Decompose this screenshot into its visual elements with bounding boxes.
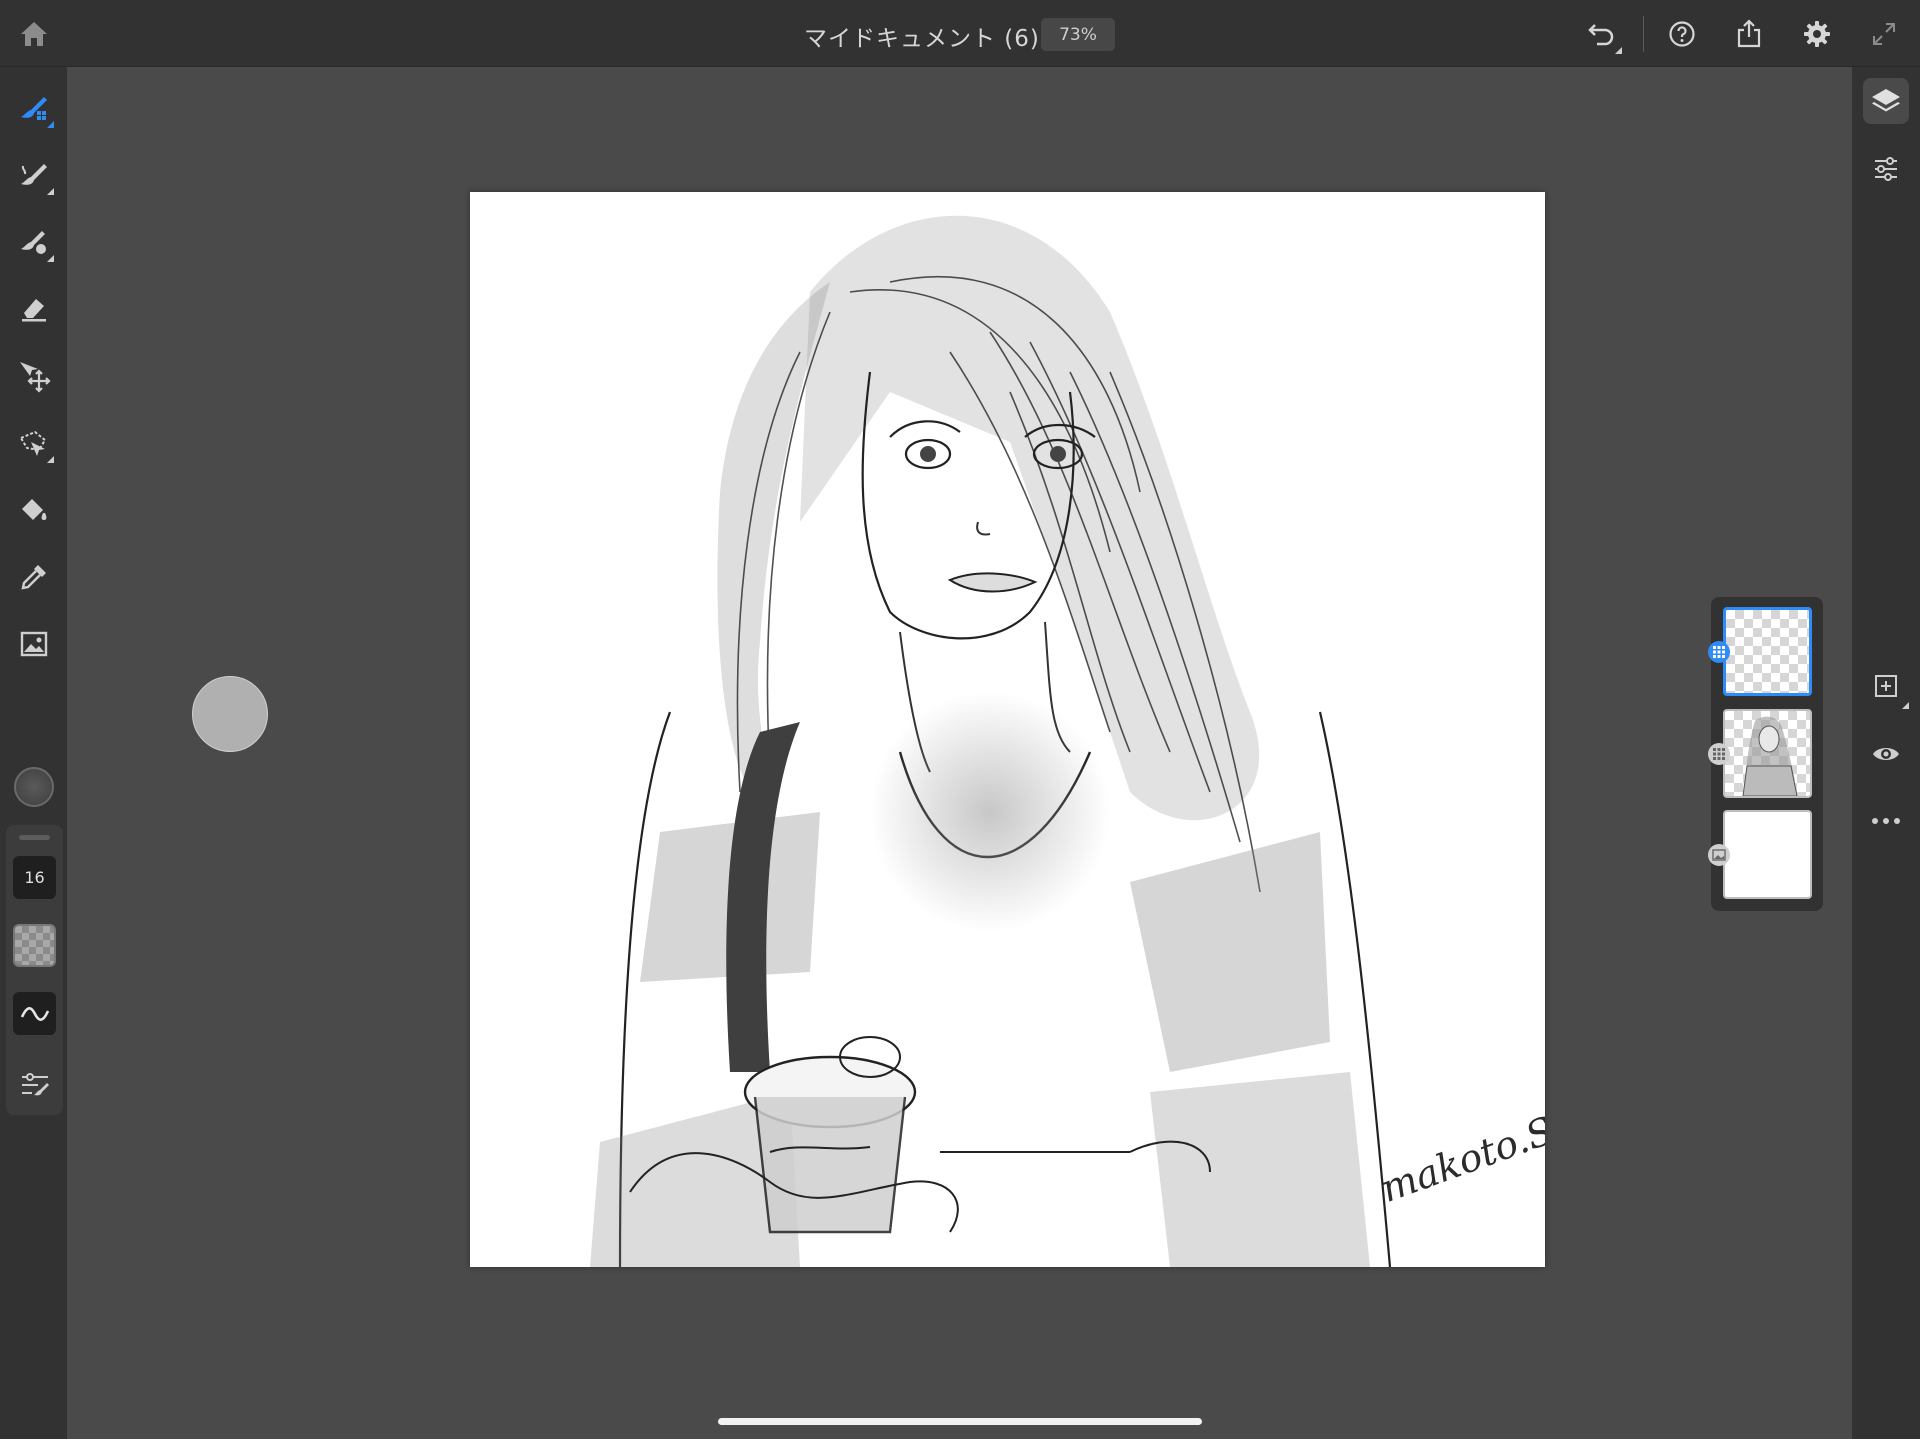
tool-options-indicator — [47, 456, 54, 463]
home-indicator-bar[interactable] — [718, 1418, 1202, 1425]
eyedropper-icon — [21, 565, 46, 590]
gear-icon — [1804, 21, 1830, 47]
eraser-icon — [22, 299, 46, 322]
brush-settings-button[interactable] — [13, 1062, 56, 1105]
fullscreen-button[interactable] — [1862, 12, 1906, 56]
lasso-select-icon — [19, 430, 47, 456]
eye-icon — [1873, 748, 1899, 760]
left-toolbar: 16 — [0, 67, 67, 1439]
top-bar: マイドキュメント (6) 73% — [0, 0, 1920, 67]
sketch-artwork — [590, 215, 1392, 1267]
settings-button[interactable] — [1795, 12, 1839, 56]
live-brush-icon — [21, 164, 47, 185]
undo-button[interactable] — [1580, 12, 1624, 56]
brush-opacity-control[interactable] — [13, 924, 56, 967]
pixel-layer-badge — [1708, 743, 1730, 765]
layer-2-preview — [1742, 716, 1798, 796]
pixel-brush-tool[interactable] — [12, 86, 56, 130]
undo-icon — [1588, 24, 1614, 46]
layer-thumbnail-1[interactable] — [1723, 607, 1812, 696]
image-layer-badge — [1708, 844, 1730, 866]
eyedropper-tool[interactable] — [12, 555, 56, 599]
vector-brush-icon — [21, 231, 46, 254]
zoom-level-indicator[interactable]: 73% — [1041, 18, 1115, 51]
layers-panel — [1708, 597, 1823, 911]
layer-thumbnail-2[interactable] — [1723, 709, 1812, 798]
more-options-button[interactable] — [1863, 798, 1909, 844]
pixel-brush-icon — [21, 97, 47, 120]
panel-drag-handle[interactable] — [19, 835, 50, 840]
share-icon — [1737, 19, 1761, 48]
brush-size-preview — [192, 676, 268, 752]
background-layer-thumbnail[interactable] — [1723, 810, 1812, 899]
vector-brush-tool[interactable] — [12, 220, 56, 264]
brush-properties-panel: 16 — [6, 825, 63, 1115]
pixel-layer-badge — [1708, 641, 1730, 663]
live-brush-tool[interactable] — [12, 153, 56, 197]
fresco-app-window: マイドキュメント (6) 73% 16 makoto.S — [0, 0, 1920, 1439]
layers-icon — [1872, 89, 1900, 112]
add-layer-button[interactable] — [1863, 663, 1909, 709]
layer-visibility-button[interactable] — [1863, 731, 1909, 777]
tool-options-indicator — [47, 121, 54, 128]
tool-options-indicator — [47, 188, 54, 195]
pixel-grid-icon — [1713, 748, 1725, 760]
image-icon — [1712, 849, 1726, 861]
topbar-divider — [1643, 16, 1644, 52]
pixel-grid-icon — [1713, 646, 1725, 658]
color-swatch[interactable] — [14, 767, 54, 807]
brush-smoothing-control[interactable] — [13, 992, 56, 1035]
drawing-canvas[interactable]: makoto.S — [470, 192, 1545, 1267]
more-dots-icon — [1872, 818, 1900, 824]
document-title[interactable]: マイドキュメント (6) — [804, 19, 1040, 53]
selection-tool[interactable] — [12, 421, 56, 465]
smoothing-wave-icon — [20, 1006, 49, 1021]
fill-bucket-icon — [22, 499, 47, 520]
home-button[interactable] — [12, 12, 56, 56]
layer-properties-button[interactable] — [1863, 146, 1909, 192]
fullscreen-icon — [1873, 23, 1895, 45]
add-layer-options-indicator — [1902, 702, 1909, 709]
share-button[interactable] — [1727, 12, 1771, 56]
layer-properties-icon — [1875, 157, 1897, 181]
image-import-tool[interactable] — [12, 622, 56, 666]
brush-size-control[interactable]: 16 — [13, 856, 56, 899]
eraser-tool[interactable] — [12, 287, 56, 331]
fill-tool[interactable] — [12, 488, 56, 532]
add-layer-icon — [1875, 675, 1897, 697]
layers-toggle-button[interactable] — [1863, 78, 1909, 124]
tool-options-indicator — [47, 255, 54, 262]
move-transform-tool[interactable] — [12, 354, 56, 398]
image-import-icon — [20, 631, 48, 657]
home-icon — [21, 22, 47, 46]
help-icon — [1669, 21, 1695, 47]
undo-history-indicator — [1615, 47, 1622, 54]
move-transform-icon — [20, 362, 51, 393]
help-button[interactable] — [1660, 12, 1704, 56]
brush-settings-icon — [21, 1072, 49, 1095]
right-toolbar — [1852, 67, 1920, 1439]
